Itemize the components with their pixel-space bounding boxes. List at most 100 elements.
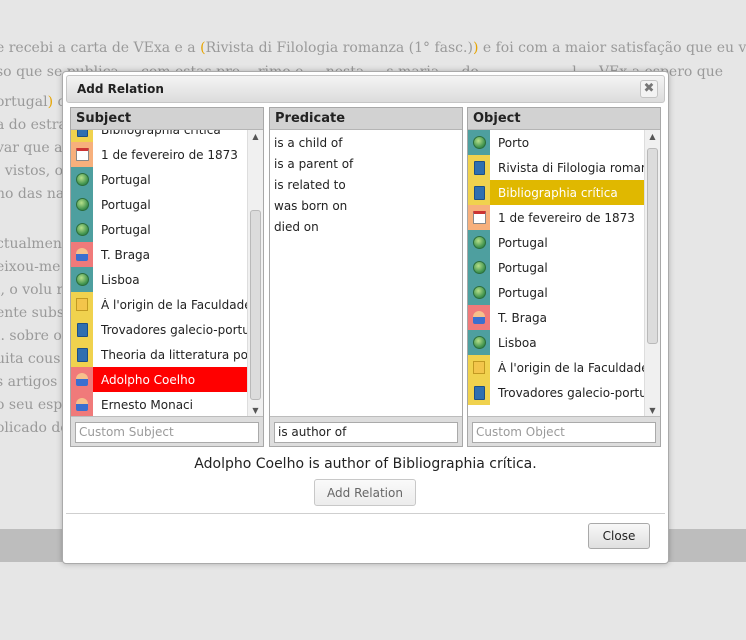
dialog-titlebar: Add Relation ✖ [66, 75, 665, 103]
globe-icon [71, 192, 93, 217]
book-icon [468, 155, 490, 180]
note-icon [468, 355, 490, 380]
list-item-label: T. Braga [101, 247, 151, 262]
list-item[interactable]: Portugal [468, 255, 644, 280]
list-item-label: Bibliographia crítica [93, 130, 221, 137]
divider [66, 513, 665, 514]
list-item[interactable]: Portugal [468, 230, 644, 255]
list-item-label: Portugal [101, 172, 151, 187]
list-item-label: Portugal [498, 260, 548, 275]
custom-subject-input[interactable] [75, 421, 259, 443]
list-item[interactable]: Bibliographia crítica [71, 130, 247, 142]
globe-icon [468, 230, 490, 255]
book-icon [468, 180, 490, 205]
list-item[interactable]: T. Braga [468, 305, 644, 330]
list-item-label: Porto [498, 135, 530, 150]
list-item[interactable]: Porto [468, 130, 644, 155]
predicate-item[interactable]: is a child of [270, 133, 462, 154]
scroll-thumb[interactable] [250, 210, 261, 400]
calendar-icon [71, 142, 93, 167]
list-item-label: 1 de fevereiro de 1873 [101, 147, 238, 162]
list-item-label: Rivista di Filologia romanza [498, 160, 644, 175]
scroll-up-icon[interactable]: ▲ [645, 130, 660, 144]
object-scrollbar[interactable]: ▲ ▼ [644, 130, 660, 418]
list-item[interactable]: Portugal [468, 280, 644, 305]
person-icon [71, 242, 93, 267]
globe-icon [468, 255, 490, 280]
list-item-label: Portugal [498, 285, 548, 300]
list-item[interactable]: Trovadores galecio-portug [71, 317, 247, 342]
predicate-item[interactable]: is related to [270, 175, 462, 196]
list-item[interactable]: Lisboa [468, 330, 644, 355]
globe-icon [468, 330, 490, 355]
object-field-wrap [468, 416, 660, 446]
list-item[interactable]: T. Braga [71, 242, 247, 267]
book-icon [71, 130, 93, 142]
list-item[interactable]: À l'origin de la Faculdade [71, 292, 247, 317]
globe-icon [468, 130, 490, 155]
list-item[interactable]: Adolpho Coelho [71, 367, 247, 392]
list-item-label: Portugal [101, 197, 151, 212]
subject-list[interactable]: Bibliographia crítica 1 de fevereiro de 1… [71, 130, 247, 418]
custom-object-input[interactable] [472, 421, 656, 443]
dialog-title: Add Relation [77, 82, 164, 96]
subject-scrollbar[interactable]: ▲ ▼ [247, 130, 263, 418]
list-item-label: Ernesto Monaci [101, 397, 193, 412]
predicate-panel: Predicate is a child of is a parent of is … [269, 107, 463, 447]
globe-icon [71, 167, 93, 192]
object-header: Object [468, 108, 660, 130]
list-item-label: À l'origin de la Faculdade [498, 360, 644, 375]
list-item[interactable]: 1 de fevereiro de 1873 [468, 205, 644, 230]
list-item[interactable]: Portugal [71, 217, 247, 242]
predicate-item[interactable]: died on [270, 217, 462, 238]
globe-icon [468, 280, 490, 305]
list-item[interactable]: Lisboa [71, 267, 247, 292]
subject-panel: Subject Bibliographia crítica 1 de fevere… [70, 107, 264, 447]
close-button[interactable]: Close [588, 523, 650, 549]
list-item[interactable]: Portugal [71, 167, 247, 192]
book-icon [71, 342, 93, 367]
person-icon [468, 305, 490, 330]
scroll-thumb[interactable] [647, 148, 658, 344]
globe-icon [71, 267, 93, 292]
object-list[interactable]: Porto Rivista di Filologia romanza Bibliog… [468, 130, 644, 418]
close-icon[interactable]: ✖ [640, 80, 658, 98]
list-item-label: T. Braga [498, 310, 548, 325]
scroll-up-icon[interactable]: ▲ [248, 130, 263, 144]
list-item[interactable]: Portugal [71, 192, 247, 217]
list-item-label: Theoria da litteratura port [101, 347, 247, 362]
book-icon [71, 317, 93, 342]
note-icon [71, 292, 93, 317]
relation-statement: Adolpho Coelho is author of Bibliographi… [194, 456, 537, 472]
list-item-label: Trovadores galecio-portug [101, 322, 247, 337]
add-relation-button[interactable]: Add Relation [314, 479, 416, 506]
subject-field-wrap [71, 416, 263, 446]
predicate-input[interactable] [274, 421, 458, 443]
list-item-label: Trovadores galecio-portug [498, 385, 644, 400]
predicate-header: Predicate [270, 108, 462, 130]
list-item[interactable]: Theoria da litteratura port [71, 342, 247, 367]
object-panel: Object Porto Rivista di Filologia romanza… [467, 107, 661, 447]
person-icon [71, 392, 93, 417]
add-relation-dialog: Add Relation ✖ Subject Bibliographia crí… [62, 71, 669, 564]
background-line: e recebi a carta de VExa e a (Rivista di… [0, 40, 746, 56]
list-item[interactable]: Trovadores galecio-portug [468, 380, 644, 405]
list-item[interactable]: Bibliographia crítica [468, 180, 644, 205]
list-item-label: 1 de fevereiro de 1873 [498, 210, 635, 225]
calendar-icon [468, 205, 490, 230]
list-item-label: Bibliographia crítica [498, 185, 618, 200]
list-item[interactable]: 1 de fevereiro de 1873 [71, 142, 247, 167]
list-item[interactable]: Rivista di Filologia romanza [468, 155, 644, 180]
globe-icon [71, 217, 93, 242]
list-item[interactable]: Ernesto Monaci [71, 392, 247, 417]
list-item-label: Lisboa [101, 272, 140, 287]
predicate-item[interactable]: is a parent of [270, 154, 462, 175]
subject-header: Subject [71, 108, 263, 130]
predicate-field-wrap [270, 416, 462, 446]
list-item[interactable]: À l'origin de la Faculdade [468, 355, 644, 380]
list-item-label: Portugal [498, 235, 548, 250]
predicate-item[interactable]: was born on [270, 196, 462, 217]
book-icon [468, 380, 490, 405]
person-icon [71, 367, 93, 392]
predicate-list[interactable]: is a child of is a parent of is related to… [270, 130, 462, 418]
